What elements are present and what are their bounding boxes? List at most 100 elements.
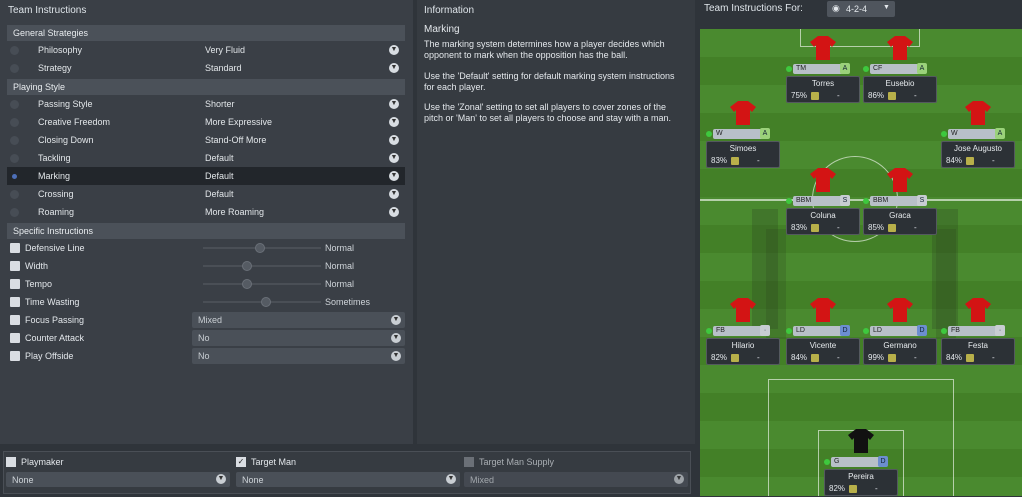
slider-track[interactable] <box>203 297 321 307</box>
player-duty[interactable]: D <box>917 325 927 336</box>
chevron-down-icon[interactable]: ▼ <box>389 117 399 127</box>
shirt-icon <box>730 298 756 322</box>
player-card: Pereira 82% - <box>824 469 898 496</box>
slider-track[interactable] <box>203 261 321 271</box>
checkbox[interactable] <box>10 279 20 289</box>
row-philosophy[interactable]: Philosophy Very Fluid ▼ <box>7 41 405 59</box>
player-duty[interactable]: A <box>995 128 1005 139</box>
chevron-down-icon[interactable]: ▼ <box>389 171 399 181</box>
player-marker[interactable]: BBM S Graca 85% - <box>863 166 937 236</box>
info-paragraph-3: Use the 'Zonal' setting to set all playe… <box>424 102 672 123</box>
player-role[interactable]: LD <box>793 326 847 336</box>
section-specific-instructions: Specific Instructions <box>7 223 405 239</box>
section-playing-style: Playing Style <box>7 79 405 95</box>
information-panel <box>417 0 695 444</box>
player-role[interactable]: BBM <box>870 196 924 206</box>
player-marker[interactable]: W A Simoes 83% - <box>706 99 780 169</box>
player-duty[interactable]: D <box>840 325 850 336</box>
player-condition: 84% <box>946 353 963 362</box>
row-crossing[interactable]: Crossing Default ▼ <box>7 185 405 203</box>
player-marker[interactable]: LD D Germano 99% - <box>863 296 937 366</box>
play-offside-select[interactable]: No ▼ <box>192 348 405 364</box>
player-duty[interactable]: A <box>917 63 927 74</box>
target-man-label: Target Man <box>251 457 297 467</box>
player-marker[interactable]: LD D Vicente 84% - <box>786 296 860 366</box>
player-role[interactable]: CF <box>870 64 924 74</box>
playmaker-select[interactable]: None ▼ <box>6 472 230 487</box>
player-role[interactable]: FB <box>713 326 767 336</box>
slider-track[interactable] <box>203 279 321 289</box>
duty-icon[interactable]: · <box>760 325 770 336</box>
playmaker-checkbox[interactable] <box>6 457 16 467</box>
player-marker[interactable]: G D Pereira 82% - <box>824 427 898 497</box>
player-duty[interactable]: D <box>878 456 888 467</box>
slider-knob[interactable] <box>261 297 271 307</box>
row-roaming[interactable]: Roaming More Roaming ▼ <box>7 203 405 221</box>
player-marker[interactable]: W A Jose Augusto 84% - <box>941 99 1015 169</box>
player-card: Jose Augusto 84% - <box>941 141 1015 168</box>
checkbox[interactable] <box>10 297 20 307</box>
player-marker[interactable]: TM A Torres 75% - <box>786 34 860 104</box>
checkbox[interactable] <box>10 351 20 361</box>
row-tackling[interactable]: Tackling Default ▼ <box>7 149 405 167</box>
checkbox[interactable] <box>10 333 20 343</box>
chevron-down-icon[interactable]: ▼ <box>389 207 399 217</box>
counter-attack-select[interactable]: No ▼ <box>192 330 405 346</box>
target-man-supply-checkbox[interactable] <box>464 457 474 467</box>
row-marking[interactable]: Marking Default ▼ <box>7 167 405 185</box>
formation-select[interactable]: ◉ 4-2-4 ▼ <box>827 1 895 17</box>
player-marker[interactable]: BBM S Coluna 83% - <box>786 166 860 236</box>
player-extra: - <box>992 353 995 362</box>
player-role[interactable]: G <box>831 457 885 467</box>
chevron-down-icon[interactable]: ▼ <box>389 99 399 109</box>
player-duty[interactable]: S <box>840 195 850 206</box>
chevron-down-icon[interactable]: ▼ <box>389 45 399 55</box>
checkbox[interactable] <box>10 315 20 325</box>
player-marker[interactable]: FB · Hilario 82% - <box>706 296 780 366</box>
slider-knob[interactable] <box>242 261 252 271</box>
chevron-down-icon[interactable]: ▼ <box>389 135 399 145</box>
player-marker[interactable]: FB · Festa 84% - <box>941 296 1015 366</box>
target-man-select[interactable]: None ▼ <box>236 472 460 487</box>
chevron-down-icon[interactable]: ▼ <box>389 189 399 199</box>
player-role[interactable]: W <box>948 129 1002 139</box>
status-dot <box>863 198 869 204</box>
player-marker[interactable]: CF A Eusebio 86% - <box>863 34 937 104</box>
row-strategy[interactable]: Strategy Standard ▼ <box>7 59 405 77</box>
player-condition: 83% <box>791 223 808 232</box>
player-role[interactable]: LD <box>870 326 924 336</box>
player-role[interactable]: FB <box>948 326 1002 336</box>
row-passing-style[interactable]: Passing Style Shorter ▼ <box>7 95 405 113</box>
slider-track[interactable] <box>203 243 321 253</box>
focus-passing-select[interactable]: Mixed ▼ <box>192 312 405 328</box>
shirt-icon <box>965 101 991 125</box>
player-role[interactable]: W <box>713 129 767 139</box>
player-extra: - <box>914 91 917 100</box>
player-extra: - <box>757 353 760 362</box>
duty-icon[interactable]: · <box>995 325 1005 336</box>
player-condition: 83% <box>711 156 728 165</box>
player-role[interactable]: BBM <box>793 196 847 206</box>
form-icon <box>731 354 739 362</box>
player-duty[interactable]: A <box>840 63 850 74</box>
chevron-down-icon[interactable]: ▼ <box>389 63 399 73</box>
shirt-icon <box>887 168 913 192</box>
target-man-checkbox[interactable]: ✓ <box>236 457 246 467</box>
chevron-down-icon[interactable]: ▼ <box>389 153 399 163</box>
slider-knob[interactable] <box>255 243 265 253</box>
player-duty[interactable]: A <box>760 128 770 139</box>
target-man-supply-select[interactable]: Mixed ▼ <box>464 472 688 487</box>
status-dot <box>786 328 792 334</box>
row-closing-down[interactable]: Closing Down Stand-Off More ▼ <box>7 131 405 149</box>
slider-knob[interactable] <box>242 279 252 289</box>
status-dot <box>706 328 712 334</box>
status-dot <box>10 100 19 109</box>
player-duty[interactable]: S <box>917 195 927 206</box>
row-creative-freedom[interactable]: Creative Freedom More Expressive ▼ <box>7 113 405 131</box>
player-name: Simoes <box>729 144 757 153</box>
status-dot <box>941 328 947 334</box>
checkbox[interactable] <box>10 261 20 271</box>
checkbox[interactable] <box>10 243 20 253</box>
chevron-down-icon: ▼ <box>674 474 684 484</box>
player-role[interactable]: TM <box>793 64 847 74</box>
